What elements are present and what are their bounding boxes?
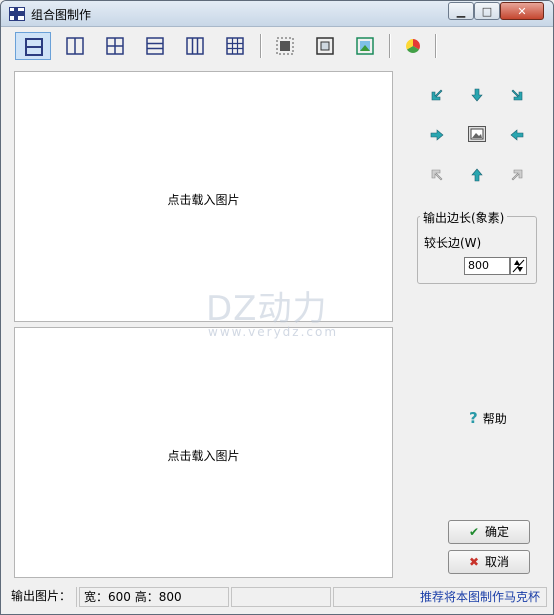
- help-label: 帮助: [482, 412, 507, 426]
- arrow-right-icon[interactable]: [429, 127, 445, 143]
- layout-3-cols-button[interactable]: [177, 32, 213, 60]
- layout-3-rows-icon: [146, 37, 164, 55]
- arrow-left-icon[interactable]: [509, 127, 525, 143]
- cancel-button[interactable]: ✖ 取消: [448, 550, 530, 574]
- x-icon: ✖: [468, 555, 480, 569]
- status-output-label: 输出图片：: [7, 587, 77, 607]
- image-slot-top[interactable]: 点击载入图片: [14, 71, 393, 322]
- cancel-label: 取消: [485, 555, 510, 569]
- close-button[interactable]: ✕: [500, 2, 544, 20]
- arrow-down-left-icon[interactable]: [429, 87, 445, 103]
- longer-side-input[interactable]: 800: [464, 257, 510, 275]
- layout-3x3-button[interactable]: [217, 32, 253, 60]
- layout-toolbar: [11, 30, 545, 62]
- layout-3-cols-icon: [186, 37, 204, 55]
- crop-button[interactable]: [267, 32, 303, 60]
- arrow-up-left-icon[interactable]: [429, 167, 445, 183]
- frame-button[interactable]: [307, 32, 343, 60]
- layout-2-cols-button[interactable]: [57, 32, 93, 60]
- watermark-url: www.verydz.com: [208, 325, 339, 339]
- checkmark-icon: ✔: [468, 525, 480, 539]
- layout-2-rows-icon: [25, 38, 43, 56]
- arrow-down-icon[interactable]: [469, 87, 485, 103]
- crop-icon: [276, 37, 294, 55]
- question-mark-icon: ?: [469, 409, 478, 427]
- layout-3x3-icon: [226, 37, 244, 55]
- status-bar: 输出图片： 宽：600 高：800 推荐将本图制作马克杯: [7, 587, 547, 607]
- load-image-hint: 点击载入图片: [167, 449, 240, 463]
- ok-button[interactable]: ✔ 确定: [448, 520, 530, 544]
- layout-3-rows-button[interactable]: [137, 32, 173, 60]
- toolbar-separator: [389, 34, 391, 58]
- arrow-up-icon[interactable]: [469, 167, 485, 183]
- spin-updown-button[interactable]: [510, 257, 527, 275]
- load-image-hint: 点击载入图片: [167, 193, 240, 207]
- arrow-down-right-icon[interactable]: [509, 87, 525, 103]
- minimize-button[interactable]: ▁: [448, 2, 474, 20]
- image-resize-icon: [356, 37, 374, 55]
- window-title: 组合图制作: [31, 8, 92, 22]
- layout-2x2-icon: [106, 37, 124, 55]
- layout-2-rows-button[interactable]: [15, 32, 51, 60]
- status-dimensions: 宽：600 高：800: [79, 587, 229, 607]
- app-icon: [9, 7, 25, 21]
- maximize-button[interactable]: □: [474, 2, 500, 20]
- output-size-title: 输出边长(象素): [420, 209, 508, 226]
- longer-side-label: 较长边(W): [424, 236, 482, 250]
- title-bar[interactable]: 组合图制作 ▁ □ ✕: [1, 1, 553, 27]
- layout-2-cols-icon: [66, 37, 84, 55]
- image-center-icon[interactable]: [468, 126, 486, 142]
- frame-icon: [316, 37, 334, 55]
- arrow-up-right-icon[interactable]: [509, 167, 525, 183]
- status-empty: [231, 587, 331, 607]
- image-resize-button[interactable]: [347, 32, 383, 60]
- ok-label: 确定: [485, 525, 510, 539]
- status-promo-link[interactable]: 推荐将本图制作马克杯: [333, 587, 547, 607]
- layout-2x2-button[interactable]: [97, 32, 133, 60]
- watermark-logo: DZ动力: [206, 289, 328, 329]
- image-slot-bottom[interactable]: 点击载入图片: [14, 327, 393, 578]
- spin-arrows-icon: [512, 259, 525, 273]
- color-button[interactable]: [395, 32, 431, 60]
- dialog-window: 组合图制作 ▁ □ ✕ 点击载入图片 点击载入图片 DZ动力 www.veryd…: [0, 0, 554, 615]
- toolbar-separator: [435, 34, 437, 58]
- toolbar-separator: [260, 34, 262, 58]
- color-wheel-icon: [406, 39, 420, 53]
- help-link[interactable]: ? 帮助: [469, 409, 507, 427]
